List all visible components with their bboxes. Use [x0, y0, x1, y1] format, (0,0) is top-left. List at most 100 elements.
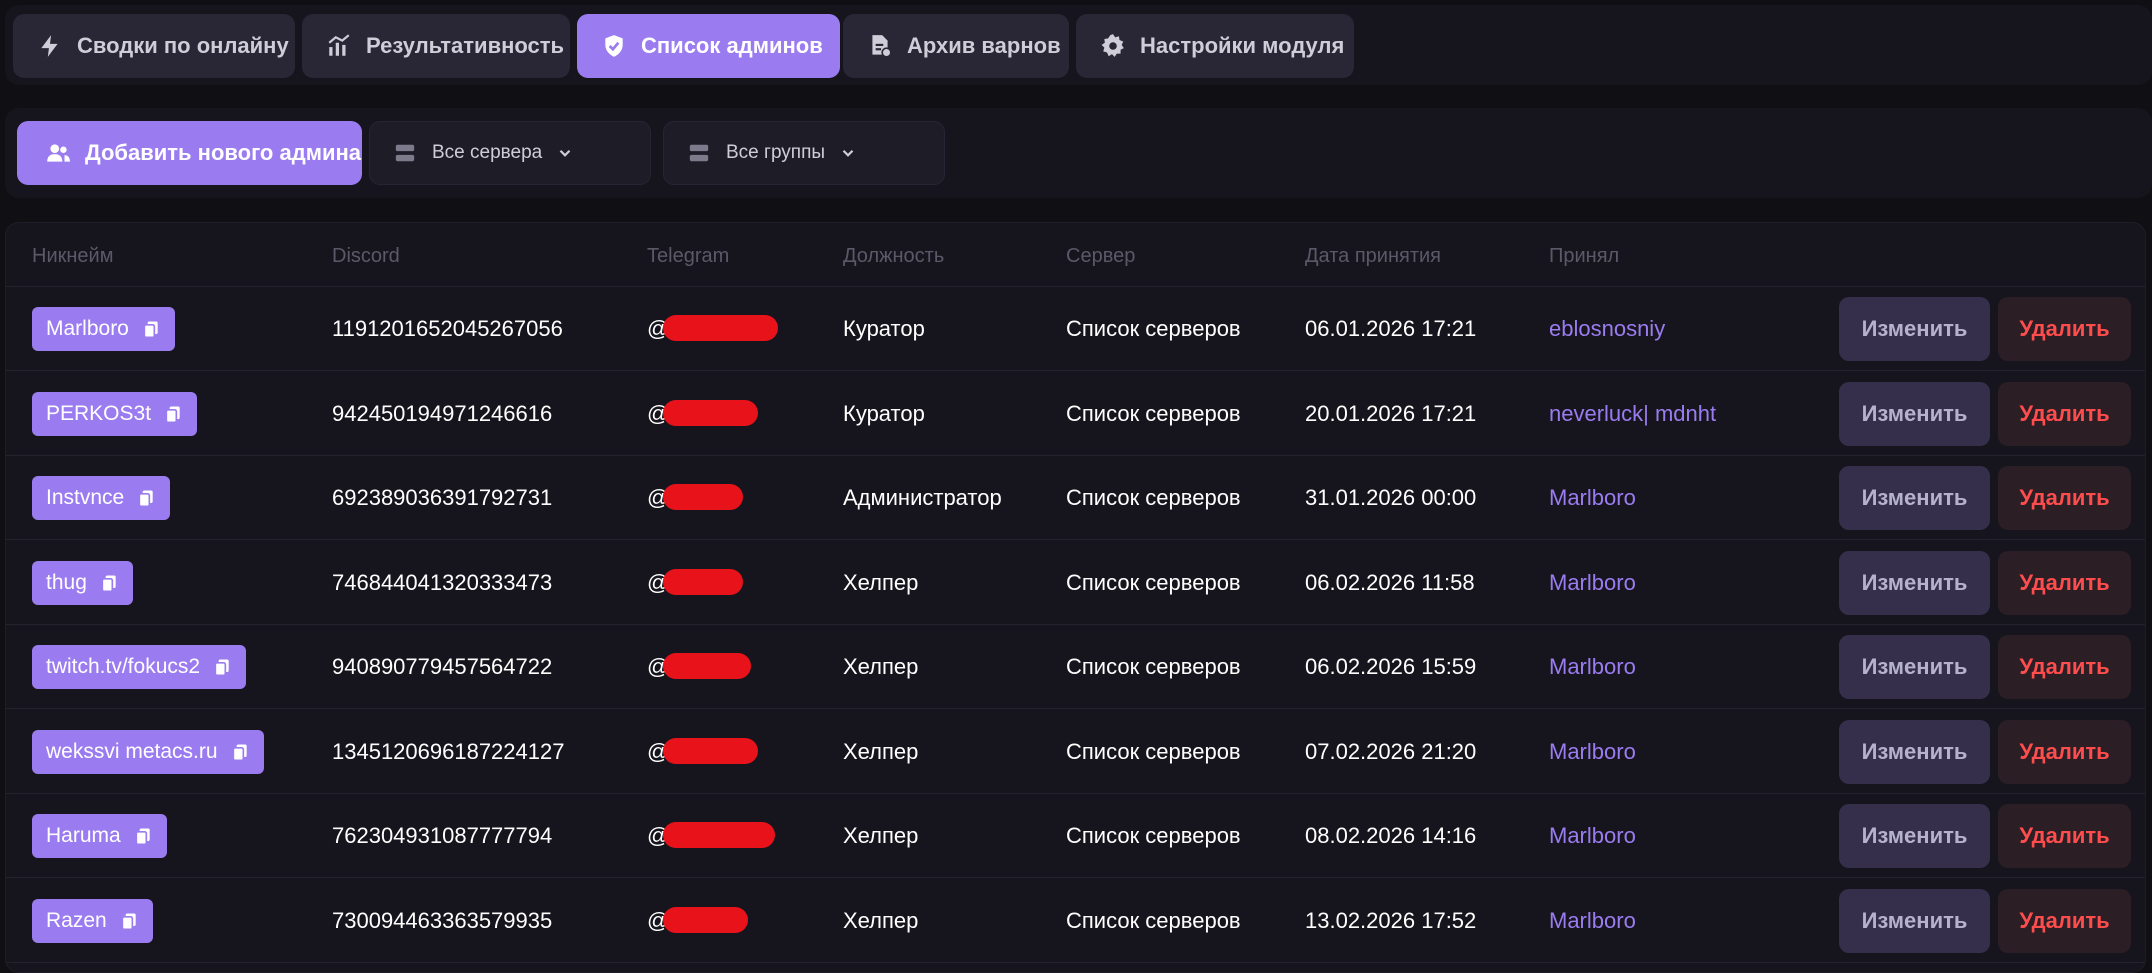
servers-select[interactable]: Все сервера [369, 121, 651, 185]
groups-select[interactable]: Все группы [663, 121, 945, 185]
copy-icon[interactable] [99, 573, 119, 593]
edit-button[interactable]: Изменить [1839, 635, 1990, 699]
nickname-text: Instvnce [46, 486, 125, 509]
redaction-mark [663, 399, 758, 426]
accept-date: 13.02.2026 17:52 [1305, 907, 1477, 933]
chart-icon [326, 33, 352, 59]
discord-id: 762304931087777794 [332, 823, 553, 848]
nickname-text: Haruma [46, 824, 121, 847]
edit-button[interactable]: Изменить [1839, 888, 1990, 953]
tab-admin-list[interactable]: Список админов [577, 14, 840, 78]
copy-icon[interactable] [133, 826, 153, 846]
role-text: Хелпер [843, 569, 919, 595]
role-text: Куратор [843, 400, 925, 426]
servers-select-label: Все сервера [432, 142, 543, 163]
redaction-mark [663, 653, 751, 679]
nickname-text: PERKOS3t [46, 401, 152, 425]
accept-date: 08.02.2026 14:16 [1305, 823, 1477, 848]
server-text: Список серверов [1066, 738, 1241, 764]
table-row: wekssvi metacs.ru 1345120696187224127 @ Хел… [6, 710, 2145, 794]
telegram-handle: @ [647, 879, 817, 963]
document-archive-icon [867, 33, 893, 59]
tab-module-settings[interactable]: Настройки модуля [1076, 14, 1354, 78]
tab-online-summary[interactable]: Сводки по онлайну [13, 14, 295, 78]
copy-icon[interactable] [230, 742, 250, 762]
delete-button[interactable]: Удалить [1998, 550, 2131, 615]
nickname-badge[interactable]: Instvnce [32, 476, 171, 520]
nickname-badge[interactable]: thug [32, 560, 133, 605]
server-text: Список серверов [1066, 485, 1241, 510]
header-telegram: Telegram [647, 245, 730, 267]
accepted-by-link[interactable]: Marlboro [1549, 710, 1636, 794]
delete-button[interactable]: Удалить [1998, 804, 2131, 868]
accepted-by-link[interactable]: Marlboro [1549, 456, 1636, 540]
server-text: Список серверов [1066, 823, 1241, 848]
table-row: PERKOS3t 942450194971246616 @ Куратор Список… [6, 372, 2145, 456]
tab-label: Настройки модуля [1140, 33, 1345, 58]
discord-id: 746844041320333473 [332, 569, 553, 595]
tab-label: Архив варнов [907, 33, 1061, 58]
delete-button[interactable]: Удалить [1998, 381, 2131, 446]
accept-date: 06.02.2026 15:59 [1305, 654, 1477, 679]
delete-button[interactable]: Удалить [1998, 635, 2131, 699]
tab-warn-archive[interactable]: Архив варнов [843, 14, 1069, 78]
accepted-by-link[interactable]: neverluck| mdnht [1549, 372, 1716, 456]
edit-button[interactable]: Изменить [1839, 550, 1990, 615]
table-row: Razen 730094463363579935 @ Хелпер Список сер… [6, 879, 2145, 963]
edit-button[interactable]: Изменить [1839, 804, 1990, 868]
nickname-text: twitch.tv/fokucs2 [46, 655, 201, 678]
telegram-handle: @ [647, 794, 817, 878]
table-row: Haruma 762304931087777794 @ Хелпер Список се… [6, 794, 2145, 878]
accepted-by-link[interactable]: Marlboro [1549, 625, 1636, 709]
nickname-text: Razen [46, 908, 107, 932]
accepted-by-link[interactable]: Marlboro [1549, 794, 1636, 878]
edit-button[interactable]: Изменить [1839, 297, 1990, 361]
delete-button[interactable]: Удалить [1998, 719, 2131, 784]
accepted-by-link[interactable]: Marlboro [1549, 879, 1636, 963]
accept-date: 20.01.2026 17:21 [1305, 400, 1477, 426]
copy-icon[interactable] [119, 911, 139, 931]
copy-icon[interactable] [136, 488, 156, 508]
discord-id: 1345120696187224127 [332, 738, 565, 764]
nickname-badge[interactable]: PERKOS3t [32, 391, 198, 436]
add-user-icon [45, 140, 71, 166]
discord-id: 730094463363579935 [332, 907, 553, 933]
accept-date: 06.02.2026 11:58 [1305, 569, 1475, 595]
tab-label: Сводки по онлайну [77, 33, 289, 58]
top-tabs-bar: Сводки по онлайну Результативность Списо… [5, 5, 2152, 85]
nickname-badge[interactable]: Marlboro [32, 307, 175, 351]
chevron-down-icon [839, 144, 857, 162]
nickname-badge[interactable]: Razen [32, 898, 153, 943]
redaction-mark [663, 906, 748, 933]
tab-label: Результативность [366, 33, 565, 58]
delete-button[interactable]: Удалить [1998, 466, 2131, 530]
copy-icon[interactable] [212, 657, 232, 677]
lightning-icon [37, 33, 63, 59]
discord-id: 942450194971246616 [332, 400, 553, 426]
copy-icon[interactable] [141, 319, 161, 339]
discord-id: 940890779457564722 [332, 654, 553, 679]
telegram-handle: @ [647, 456, 817, 540]
redaction-mark [663, 315, 778, 341]
role-text: Хелпер [843, 823, 919, 848]
edit-button[interactable]: Изменить [1839, 381, 1990, 446]
nickname-badge[interactable]: Haruma [32, 814, 167, 858]
redaction-mark [663, 484, 743, 510]
telegram-handle: @ [647, 287, 817, 371]
delete-button[interactable]: Удалить [1998, 888, 2131, 953]
accept-date: 07.02.2026 21:20 [1305, 738, 1477, 764]
copy-icon[interactable] [163, 404, 183, 424]
edit-button[interactable]: Изменить [1839, 466, 1990, 530]
nickname-badge[interactable]: wekssvi metacs.ru [32, 729, 264, 774]
filter-bar: Добавить нового админа Все сервера Все г… [5, 108, 2152, 198]
tab-performance[interactable]: Результативность [302, 14, 570, 78]
nickname-badge[interactable]: twitch.tv/fokucs2 [32, 645, 247, 689]
accepted-by-link[interactable]: eblosnosniy [1549, 287, 1665, 371]
header-accepted-by: Принял [1549, 245, 1620, 267]
edit-button[interactable]: Изменить [1839, 719, 1990, 784]
table-row: Marlboro 1191201652045267056 @ Куратор Списо… [6, 287, 2145, 371]
shield-icon [601, 33, 627, 59]
delete-button[interactable]: Удалить [1998, 297, 2131, 361]
accepted-by-link[interactable]: Marlboro [1549, 541, 1636, 625]
add-admin-button[interactable]: Добавить нового админа [17, 121, 362, 185]
